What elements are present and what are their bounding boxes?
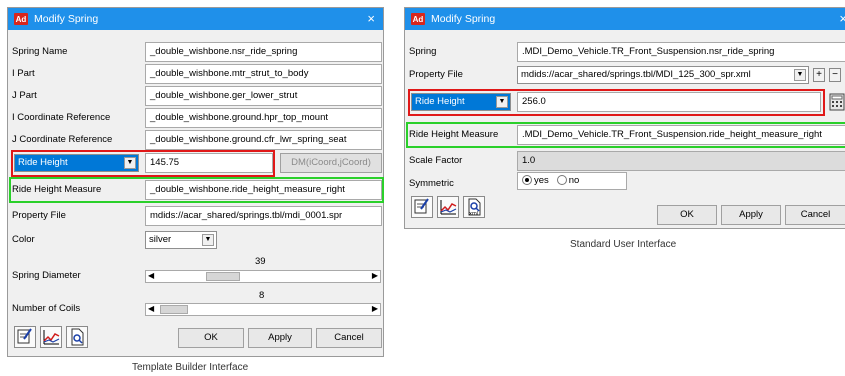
remove-button[interactable]: −: [829, 68, 841, 82]
symmetric-radio-group: yes no: [517, 172, 627, 190]
color-value: silver: [149, 234, 172, 245]
scale-factor-label: Scale Factor: [409, 155, 463, 166]
ride-height-highlight: [408, 89, 825, 116]
i-part-input[interactable]: _double_wishbone.mtr_strut_to_body: [145, 64, 382, 84]
property-file-input[interactable]: mdids://acar_shared/springs.tbl/mdi_0001…: [145, 206, 382, 226]
cancel-button[interactable]: Cancel: [316, 328, 382, 348]
arrow-left-icon[interactable]: ◀: [148, 304, 154, 313]
arrow-right-icon[interactable]: ▶: [372, 304, 378, 313]
field-label: J Coordinate Reference: [12, 134, 113, 145]
field-label: J Part: [12, 90, 37, 101]
property-file-value: mdids://acar_shared/springs.tbl/MDI_125_…: [521, 69, 751, 80]
measure-highlight: [406, 122, 845, 148]
standard-interface-dialog: Ad Modify Spring × Spring .MDI_Demo_Vehi…: [404, 7, 845, 229]
slider-thumb[interactable]: [206, 272, 240, 281]
spring-input[interactable]: .MDI_Demo_Vehicle.TR_Front_Suspension.ns…: [517, 42, 845, 62]
slider-thumb[interactable]: [160, 305, 188, 314]
spring-diameter-slider[interactable]: ◀ ▶: [145, 270, 381, 283]
plot-curve-icon[interactable]: [437, 196, 459, 218]
template-builder-dialog: Ad Modify Spring × Spring Name _double_w…: [7, 7, 384, 357]
calculator-icon[interactable]: [828, 93, 845, 111]
field-label: I Coordinate Reference: [12, 112, 111, 123]
chevron-down-icon[interactable]: ▼: [794, 69, 806, 81]
j-part-input[interactable]: _double_wishbone.ger_lower_strut: [145, 86, 382, 106]
symmetric-label: Symmetric: [409, 178, 454, 189]
symmetric-yes-label: yes: [534, 175, 549, 186]
svg-text:xml: xml: [469, 211, 478, 217]
edit-spring-icon[interactable]: [14, 326, 36, 348]
scale-factor-input[interactable]: 1.0: [517, 151, 845, 171]
measure-highlight: [9, 177, 384, 203]
number-of-coils-value: 8: [259, 290, 265, 301]
close-icon[interactable]: ×: [367, 11, 375, 26]
arrow-right-icon[interactable]: ▶: [372, 271, 378, 280]
cancel-button[interactable]: Cancel: [785, 205, 845, 225]
view-file-icon[interactable]: [66, 326, 88, 348]
number-of-coils-label: Number of Coils: [12, 303, 81, 314]
dm-icoord-jcoord-button[interactable]: DM(iCoord,jCoord): [280, 153, 382, 173]
standard-interface-caption: Standard User Interface: [570, 239, 677, 250]
spring-diameter-label: Spring Diameter: [12, 270, 81, 281]
view-xml-file-icon[interactable]: xml: [463, 196, 485, 218]
close-icon[interactable]: ×: [839, 11, 845, 26]
property-file-label: Property File: [409, 69, 463, 80]
dialog-title: Modify Spring: [34, 13, 99, 25]
symmetric-yes-radio[interactable]: [522, 175, 532, 186]
symmetric-no-radio[interactable]: [556, 175, 567, 186]
spring-name-input[interactable]: _double_wishbone.nsr_ride_spring: [145, 42, 382, 62]
field-label: I Part: [12, 68, 35, 79]
dialog-title: Modify Spring: [431, 13, 496, 25]
color-label: Color: [12, 234, 35, 245]
j-coord-input[interactable]: _double_wishbone.ground.cfr_lwr_spring_s…: [145, 130, 382, 150]
number-of-coils-slider[interactable]: ◀ ▶: [145, 303, 381, 316]
i-coord-input[interactable]: _double_wishbone.ground.hpr_top_mount: [145, 108, 382, 128]
property-file-select[interactable]: mdids://acar_shared/springs.tbl/MDI_125_…: [517, 66, 809, 84]
adams-app-icon: Ad: [14, 13, 28, 25]
property-file-label: Property File: [12, 210, 66, 221]
spring-label: Spring: [409, 46, 437, 57]
plot-curve-icon[interactable]: [40, 326, 62, 348]
chevron-down-icon[interactable]: ▼: [202, 234, 214, 246]
spring-diameter-value: 39: [255, 256, 266, 267]
adams-app-icon: Ad: [411, 13, 425, 25]
title-bar[interactable]: Ad Modify Spring ×: [405, 8, 845, 30]
ok-button[interactable]: OK: [657, 205, 717, 225]
apply-button[interactable]: Apply: [248, 328, 312, 348]
template-builder-caption: Template Builder Interface: [132, 362, 249, 373]
symmetric-no-label: no: [568, 175, 580, 186]
color-select[interactable]: silver ▼: [145, 231, 217, 249]
edit-spring-icon[interactable]: [411, 196, 433, 218]
field-label: Spring Name: [12, 46, 68, 57]
apply-button[interactable]: Apply: [721, 205, 781, 225]
ok-button[interactable]: OK: [178, 328, 244, 348]
ride-height-highlight: [11, 150, 275, 177]
arrow-left-icon[interactable]: ◀: [148, 271, 154, 280]
title-bar[interactable]: Ad Modify Spring ×: [8, 8, 383, 30]
add-button[interactable]: +: [813, 68, 825, 82]
